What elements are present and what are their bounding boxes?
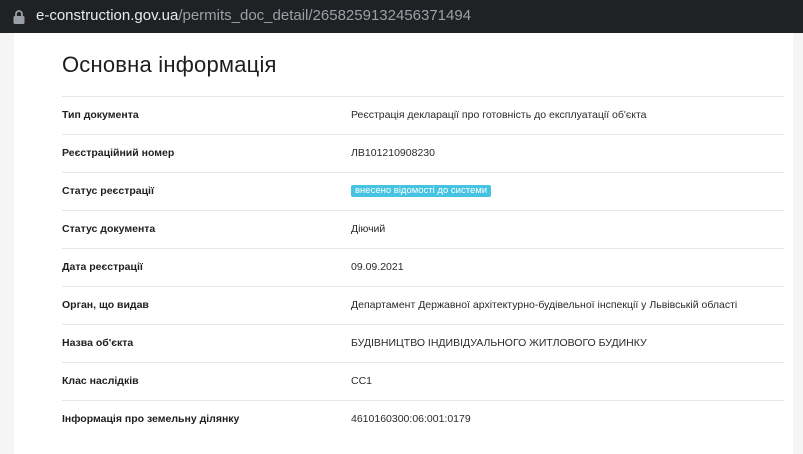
info-row-registration-date: Дата реєстрації 09.09.2021	[62, 248, 784, 286]
row-value: СС1	[351, 375, 373, 387]
row-label: Реєстраційний номер	[62, 147, 175, 159]
url-text[interactable]: e-construction.gov.ua/permits_doc_detail…	[36, 7, 471, 25]
info-row-consequence-class: Клас наслідків СС1	[62, 362, 784, 400]
row-value: Діючий	[351, 223, 386, 235]
row-value: 09.09.2021	[351, 261, 404, 273]
row-value: Реєстрація декларації про готовність до …	[351, 109, 647, 121]
row-value: Департамент Державної архітектурно-будів…	[351, 299, 738, 311]
url-path: /permits_doc_detail/2658259132456371494	[178, 7, 472, 24]
row-label: Тип документа	[62, 109, 139, 121]
info-row-object-name: Назва об'єкта БУДІВНИЦТВО ІНДИВІДУАЛЬНОГ…	[62, 324, 784, 362]
info-row-issuing-authority: Орган, що видав Департамент Державної ар…	[62, 286, 784, 324]
row-label: Статус документа	[62, 223, 156, 235]
status-badge: внесено відомості до системи	[351, 185, 492, 197]
row-label: Орган, що видав	[62, 299, 149, 311]
section-title: Основна інформація	[62, 52, 277, 77]
row-label: Статус реєстрації	[62, 185, 154, 197]
lock-icon[interactable]	[12, 9, 26, 25]
row-label: Інформація про земельну ділянку	[62, 413, 240, 425]
info-row-land-plot: Інформація про земельну ділянку 46101603…	[62, 400, 784, 438]
info-row-document-status: Статус документа Діючий	[62, 210, 784, 248]
info-table: Тип документа Реєстрація декларації про …	[62, 96, 784, 438]
page-gutter-right	[793, 33, 803, 454]
url-domain: e-construction.gov.ua	[36, 7, 179, 24]
row-value: БУДІВНИЦТВО ІНДИВІДУАЛЬНОГО ЖИТЛОВОГО БУ…	[351, 337, 647, 349]
browser-address-bar[interactable]: e-construction.gov.ua/permits_doc_detail…	[0, 0, 803, 33]
info-row-document-type: Тип документа Реєстрація декларації про …	[62, 96, 784, 134]
row-label: Назва об'єкта	[62, 337, 134, 349]
row-label: Дата реєстрації	[62, 261, 143, 273]
row-value: ЛВ101210908230	[351, 147, 435, 159]
page-gutter-left	[0, 33, 14, 454]
row-label: Клас наслідків	[62, 375, 139, 387]
info-row-registration-status: Статус реєстрації внесено відомості до с…	[62, 172, 784, 210]
row-value: 4610160300:06:001:0179	[351, 413, 471, 425]
info-row-registration-number: Реєстраційний номер ЛВ101210908230	[62, 134, 784, 172]
row-value: внесено відомості до системи	[351, 185, 492, 198]
